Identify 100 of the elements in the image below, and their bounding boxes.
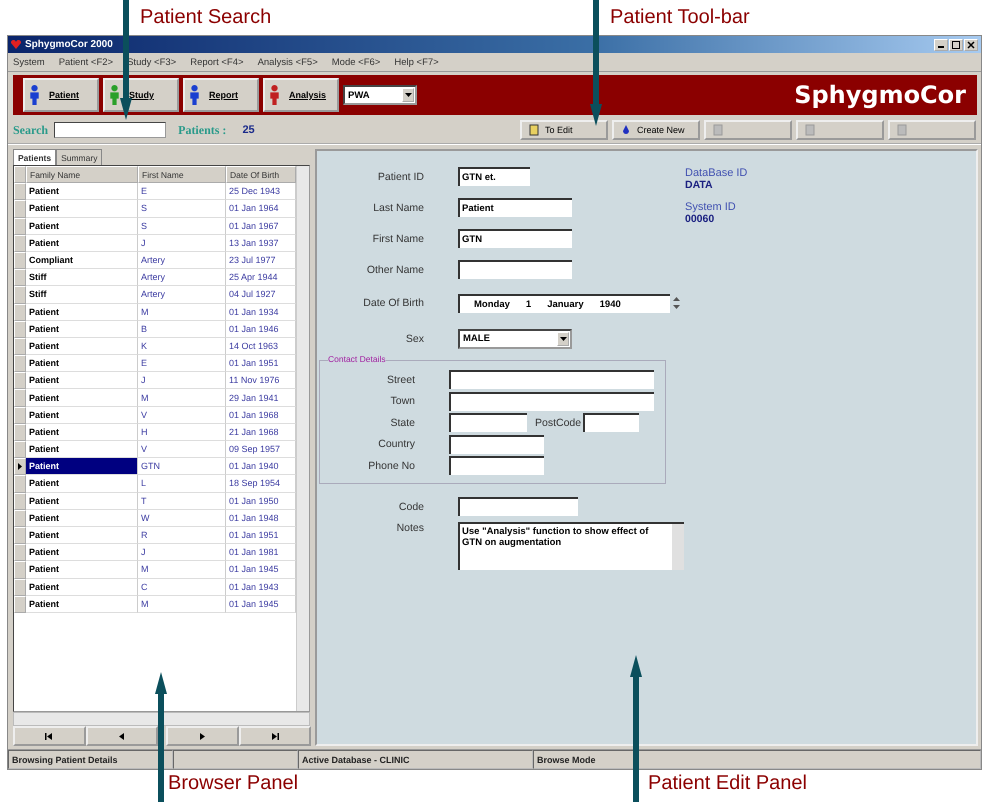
document-icon bbox=[804, 124, 816, 136]
table-cell: J bbox=[138, 372, 226, 390]
patients-label: Patients : bbox=[178, 122, 226, 138]
navigation-button[interactable] bbox=[166, 726, 238, 746]
toolbar-button[interactable]: Study bbox=[103, 78, 179, 112]
droplet-icon bbox=[620, 124, 632, 136]
table-cell: Patient bbox=[26, 458, 138, 476]
text-field[interactable] bbox=[449, 413, 527, 432]
toolbar-button[interactable]: Create New bbox=[612, 120, 700, 140]
scrollbar[interactable] bbox=[296, 166, 309, 711]
table-cell: Artery bbox=[138, 286, 226, 304]
table-cell: E bbox=[138, 355, 226, 372]
table-cell: M bbox=[138, 389, 226, 407]
table-cell: E bbox=[138, 183, 226, 200]
status-text: Browse Mode bbox=[533, 750, 981, 769]
field-label: Notes bbox=[396, 522, 424, 534]
table-cell: Stiff bbox=[26, 269, 138, 286]
table-cell: Compliant bbox=[26, 252, 138, 270]
patient-count: 25 bbox=[242, 124, 255, 136]
table-cell: Patient bbox=[26, 510, 138, 527]
tab[interactable]: Summary bbox=[56, 149, 102, 165]
mode-dropdown[interactable]: PWA bbox=[343, 85, 417, 105]
row-selector[interactable] bbox=[14, 458, 26, 476]
text-field[interactable] bbox=[458, 497, 578, 516]
text-field[interactable]: GTN et. bbox=[458, 167, 530, 186]
table-cell: R bbox=[138, 526, 226, 544]
table-cell: Patient bbox=[26, 596, 138, 613]
field-label: Last Name bbox=[372, 202, 424, 214]
column-header[interactable]: Date Of Birth bbox=[226, 166, 296, 184]
table-cell: H bbox=[138, 424, 226, 441]
callout-label: Browser Panel bbox=[168, 772, 298, 795]
first-icon bbox=[44, 732, 54, 740]
toolbar-button[interactable]: Report bbox=[183, 78, 259, 112]
person-icon bbox=[110, 85, 119, 105]
toolbar-button[interactable]: Patient bbox=[23, 78, 99, 112]
field-label: Code bbox=[398, 500, 424, 512]
navigation-button[interactable] bbox=[13, 726, 86, 746]
table-cell: Patient bbox=[26, 492, 138, 510]
spinner-icon[interactable] bbox=[672, 296, 681, 310]
sex-dropdown[interactable]: MALE bbox=[458, 328, 572, 348]
table-cell: C bbox=[138, 578, 226, 596]
table-cell: Patient bbox=[26, 578, 138, 596]
toolbar-button[interactable]: To Edit bbox=[520, 120, 608, 140]
id-label: DataBase ID bbox=[685, 167, 748, 179]
column-header[interactable]: First Name bbox=[138, 166, 226, 184]
callout-label: Patient Tool-bar bbox=[610, 6, 750, 29]
table-cell: Patient bbox=[26, 183, 138, 200]
toolbar-button[interactable]: Analysis bbox=[263, 78, 339, 112]
table-cell: Patient bbox=[26, 424, 138, 441]
tab[interactable]: Patients bbox=[13, 149, 56, 165]
menu-item[interactable]: Help <F7> bbox=[394, 56, 439, 68]
text-field[interactable] bbox=[458, 260, 572, 279]
menu-item[interactable]: Report <F4> bbox=[190, 56, 244, 68]
text-field[interactable] bbox=[583, 413, 640, 432]
table-cell: B bbox=[138, 320, 226, 338]
maximize-icon bbox=[952, 40, 960, 48]
column-header[interactable]: Family Name bbox=[26, 166, 138, 184]
menu-item[interactable]: Patient <F2> bbox=[58, 56, 114, 68]
menu-item[interactable]: Analysis <F5> bbox=[258, 56, 318, 68]
table-cell: J bbox=[138, 234, 226, 252]
next-icon bbox=[197, 732, 208, 740]
table-cell: Patient bbox=[26, 338, 138, 356]
text-field[interactable] bbox=[449, 370, 654, 390]
table-cell: Patient bbox=[26, 544, 138, 562]
caret-icon bbox=[560, 336, 566, 340]
table-cell: M bbox=[138, 561, 226, 578]
text-field[interactable]: GTN bbox=[458, 229, 572, 248]
document-icon bbox=[712, 124, 724, 136]
menu-item[interactable]: Mode <F6> bbox=[332, 56, 380, 68]
table-cell: Patient bbox=[26, 475, 138, 493]
table-cell: M bbox=[138, 596, 226, 613]
field-label: Date Of Birth bbox=[362, 297, 424, 309]
date-field[interactable]: Monday 1 January 1940 bbox=[458, 294, 670, 312]
field-label: PostCode bbox=[535, 416, 582, 429]
minimize-button[interactable] bbox=[934, 38, 948, 50]
navigation-button[interactable] bbox=[238, 726, 311, 746]
table-cell: Patient bbox=[26, 234, 138, 252]
notes-field[interactable]: Use "Analysis" function to show effect of GTN on augmentation bbox=[458, 522, 684, 570]
maximize-button[interactable] bbox=[949, 38, 963, 50]
window-title: SphygmoCor 2000 bbox=[25, 39, 113, 50]
text-field[interactable] bbox=[449, 456, 544, 476]
document-icon bbox=[528, 124, 540, 136]
field-label: First Name bbox=[372, 232, 424, 244]
table-cell: Patient bbox=[26, 406, 138, 424]
close-button[interactable] bbox=[964, 38, 978, 50]
last-icon bbox=[270, 732, 280, 740]
person-icon bbox=[190, 85, 199, 105]
scrollbar[interactable] bbox=[13, 712, 310, 726]
text-field[interactable] bbox=[449, 392, 654, 411]
menu-item[interactable]: System bbox=[13, 56, 45, 68]
id-value: DATA bbox=[685, 179, 714, 191]
text-field[interactable] bbox=[449, 434, 544, 454]
table-cell: Stiff bbox=[26, 286, 138, 304]
navigation-button[interactable] bbox=[86, 726, 158, 746]
table-cell: Artery bbox=[138, 252, 226, 270]
person-icon bbox=[30, 85, 39, 105]
id-label: System ID bbox=[685, 201, 737, 213]
search-field[interactable] bbox=[54, 122, 166, 138]
text-field[interactable]: Patient bbox=[458, 198, 572, 217]
status-text: Browsing Patient Details bbox=[8, 750, 173, 769]
